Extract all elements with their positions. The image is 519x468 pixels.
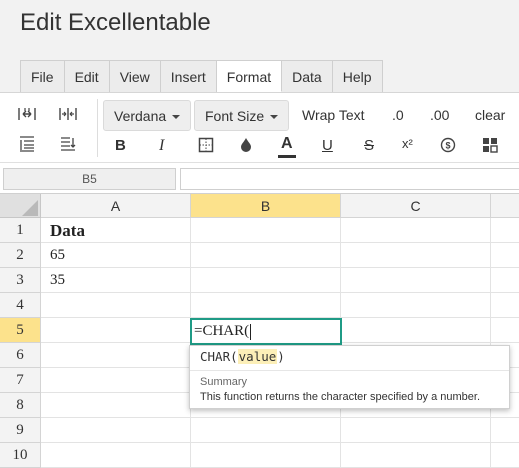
borders-icon[interactable] [195,134,217,156]
tab-view[interactable]: View [109,60,161,92]
cell-a2[interactable]: 65 [41,243,191,268]
tab-edit[interactable]: Edit [64,60,110,92]
menu-bar: File Edit View Insert Format Data Help [0,58,519,92]
cell-a9[interactable] [41,418,191,443]
cell-a5[interactable] [41,318,191,343]
formula-input[interactable] [180,168,519,190]
underline-button[interactable]: U [322,130,333,161]
chevron-down-icon [172,115,181,120]
font-size-dropdown[interactable]: Font Size [194,100,290,131]
cell-b2[interactable] [191,243,341,268]
row-header-2[interactable]: 2 [0,243,41,268]
formula-bar: B5 [0,162,519,194]
select-all-corner[interactable] [0,194,41,218]
increase-column-width-icon[interactable] [16,103,38,125]
italic-button[interactable]: I [159,130,164,161]
cell-c4[interactable] [341,293,491,318]
cell-d1[interactable] [491,218,519,243]
tab-help[interactable]: Help [332,60,383,92]
cell-a8[interactable] [41,393,191,418]
function-close-paren: ) [277,349,285,364]
bold-button[interactable]: B [115,130,126,161]
cell-b4[interactable] [191,293,341,318]
format-painter-icon[interactable] [479,134,501,156]
increase-row-height-icon[interactable] [16,133,38,155]
summary-text: This function returns the character spec… [200,391,481,403]
svg-text:$: $ [445,141,450,151]
page-title: Edit Excellentable [20,9,211,36]
wrap-text-button[interactable]: Wrap Text [302,100,365,131]
row-header-9[interactable]: 9 [0,418,41,443]
cell-d10[interactable] [491,443,519,468]
fill-color-icon[interactable] [235,134,257,156]
currency-icon[interactable]: $ [437,134,459,156]
decrease-decimals-button[interactable]: .0 [392,100,404,131]
column-header-a[interactable]: A [41,194,191,218]
cell-d5[interactable] [491,318,519,343]
text-cursor [250,323,252,340]
function-param: value [237,349,278,364]
function-name: CHAR( [200,349,238,364]
cell-d3[interactable] [491,268,519,293]
summary-label: Summary [200,376,248,388]
strikethrough-button[interactable]: S [364,130,374,161]
cell-c9[interactable] [341,418,491,443]
text-color-swatch [278,155,296,158]
toolbar-divider [97,99,98,157]
chevron-down-icon [270,115,279,120]
cell-c1[interactable] [341,218,491,243]
font-family-label: Verdana [114,108,167,124]
cell-a10[interactable] [41,443,191,468]
cell-a7[interactable] [41,368,191,393]
decrease-row-height-icon[interactable] [57,133,79,155]
cell-editor-text: =CHAR( [194,323,250,339]
cell-d2[interactable] [491,243,519,268]
cell-b3[interactable] [191,268,341,293]
menu-tabs: File Edit View Insert Format Data Help [20,60,383,92]
row-header-6[interactable]: 6 [0,343,41,368]
row-header-7[interactable]: 7 [0,368,41,393]
cell-c3[interactable] [341,268,491,293]
cell-b10[interactable] [191,443,341,468]
cell-c5[interactable] [341,318,491,343]
row-header-5[interactable]: 5 [0,318,41,343]
row-header-4[interactable]: 4 [0,293,41,318]
tab-file[interactable]: File [21,60,65,92]
cell-a1[interactable]: Data [41,218,191,243]
cell-b5-editor[interactable]: =CHAR( [190,318,342,345]
column-header-b[interactable]: B [191,194,341,218]
font-family-dropdown[interactable]: Verdana [103,100,192,131]
cell-b1[interactable] [191,218,341,243]
decrease-column-width-icon[interactable] [57,103,79,125]
row-header-8[interactable]: 8 [0,393,41,418]
function-signature[interactable]: CHAR(value) [200,349,285,364]
function-autocomplete-popup[interactable]: CHAR(value) Summary This function return… [189,345,510,409]
tab-data[interactable]: Data [282,60,333,92]
title-bar: Edit Excellentable [0,0,519,58]
format-toolbar: Verdana Font Size Wrap Text .0 .00 clear… [0,92,519,162]
clear-button[interactable]: clear [475,100,505,131]
tab-insert[interactable]: Insert [160,60,217,92]
row-header-3[interactable]: 3 [0,268,41,293]
popup-divider [190,370,509,371]
cell-a3[interactable]: 35 [41,268,191,293]
superscript-button[interactable]: x² [402,128,413,159]
cell-c10[interactable] [341,443,491,468]
name-box[interactable]: B5 [3,168,176,190]
cell-a6[interactable] [41,343,191,368]
increase-decimals-button[interactable]: .00 [430,100,449,131]
row-header-10[interactable]: 10 [0,443,41,468]
tab-format[interactable]: Format [216,60,283,92]
column-header-c[interactable]: C [341,194,491,218]
cell-c2[interactable] [341,243,491,268]
font-size-label: Font Size [205,108,265,124]
cell-d4[interactable] [491,293,519,318]
row-header-1[interactable]: 1 [0,218,41,243]
cell-b9[interactable] [191,418,341,443]
column-header-d[interactable] [491,194,519,218]
cell-d9[interactable] [491,418,519,443]
cell-a4[interactable] [41,293,191,318]
